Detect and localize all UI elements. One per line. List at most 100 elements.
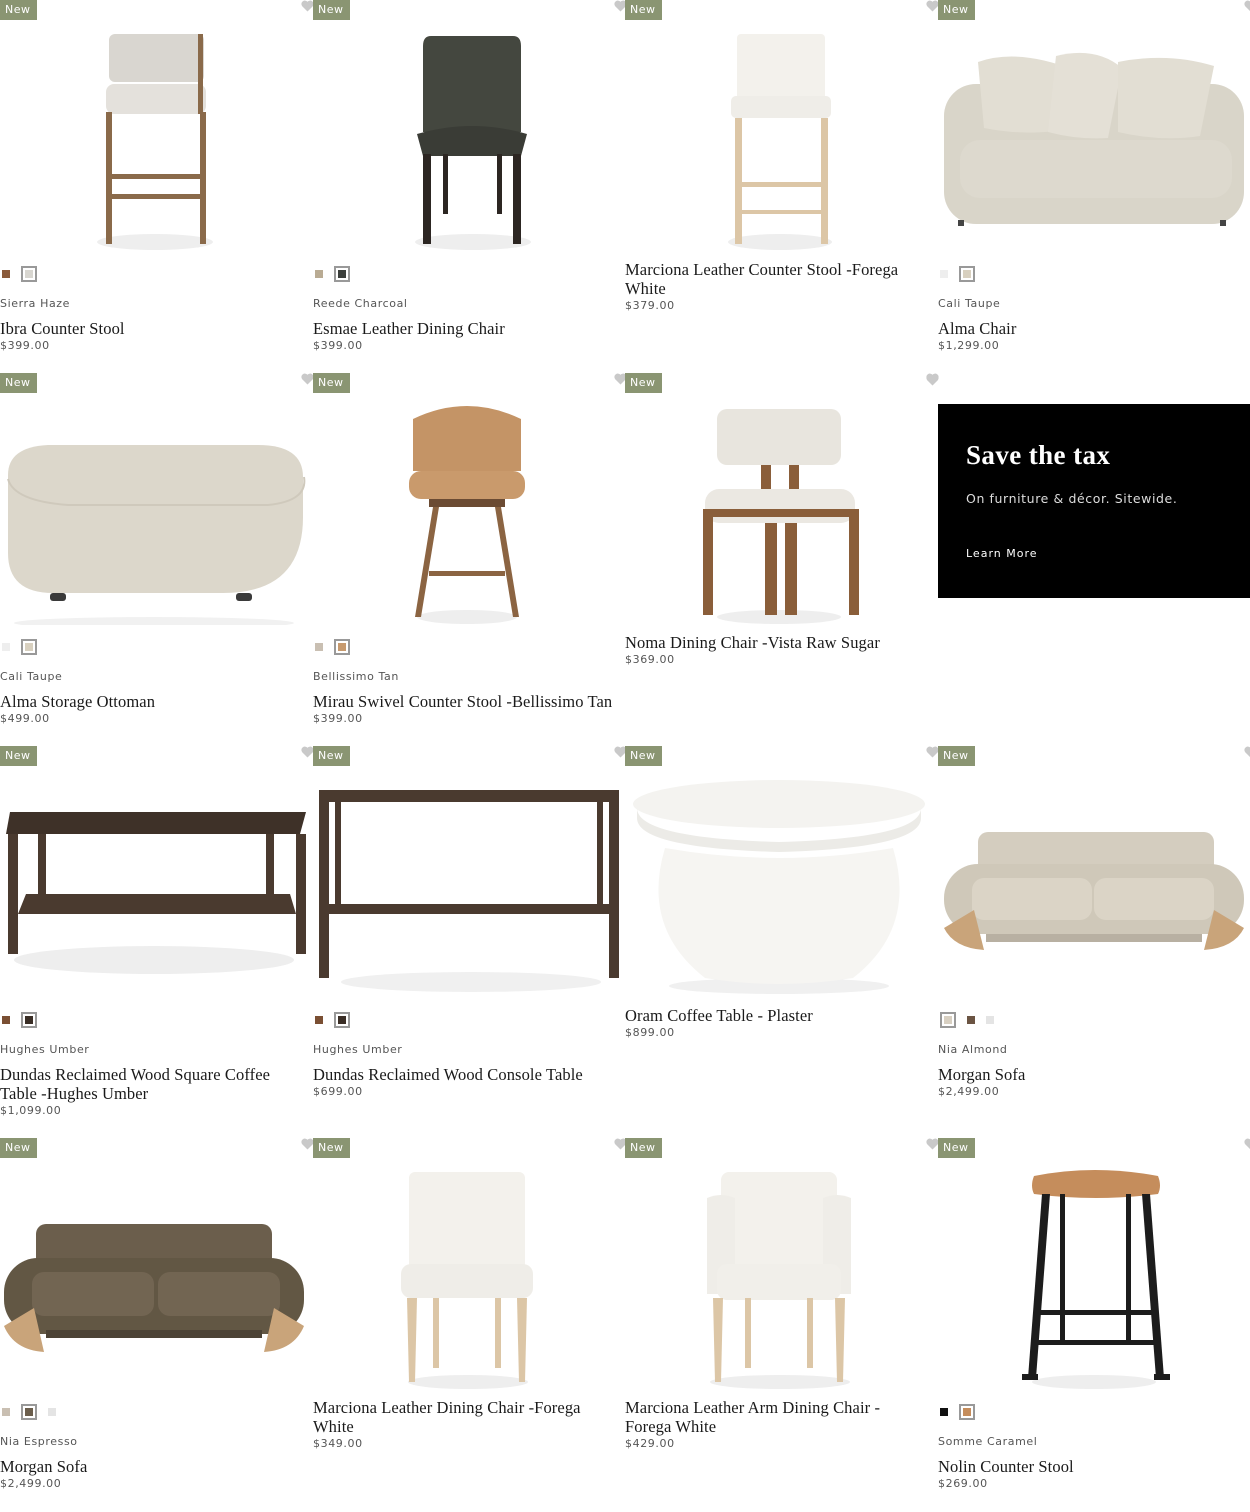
product-price: $2,499.00: [0, 1477, 62, 1490]
variant-name: Reede Charcoal: [313, 297, 408, 310]
wishlist-heart-icon[interactable]: [1244, 1138, 1250, 1150]
new-badge: New: [313, 1138, 350, 1158]
product-title[interactable]: Nolin Counter Stool: [938, 1457, 1238, 1476]
product-image[interactable]: [313, 768, 621, 998]
product-title[interactable]: Marciona Leather Counter Stool -Forega W…: [625, 260, 925, 298]
color-swatch[interactable]: [2, 270, 10, 278]
product-image[interactable]: [625, 1160, 933, 1390]
product-image[interactable]: [0, 768, 308, 998]
color-swatch[interactable]: [334, 1012, 350, 1028]
product-title[interactable]: Esmae Leather Dining Chair: [313, 319, 613, 338]
variant-name: Hughes Umber: [313, 1043, 403, 1056]
color-swatch[interactable]: [986, 1016, 994, 1024]
color-swatch[interactable]: [940, 270, 948, 278]
wishlist-heart-icon[interactable]: [1244, 746, 1250, 758]
product-title[interactable]: Oram Coffee Table - Plaster: [625, 1006, 925, 1025]
product-image[interactable]: [0, 395, 308, 625]
product-title[interactable]: Mirau Swivel Counter Stool -Bellissimo T…: [313, 692, 613, 711]
color-swatch[interactable]: [334, 639, 350, 655]
product-title[interactable]: Dundas Reclaimed Wood Square Coffee Tabl…: [0, 1065, 300, 1103]
color-swatch[interactable]: [315, 1016, 323, 1024]
color-swatches: [2, 639, 37, 655]
color-swatch[interactable]: [2, 1016, 10, 1024]
product-price: $399.00: [0, 339, 50, 352]
color-swatch[interactable]: [315, 270, 323, 278]
color-swatches: [940, 266, 975, 282]
product-title[interactable]: Alma Storage Ottoman: [0, 692, 300, 711]
color-swatch[interactable]: [334, 266, 350, 282]
color-swatches: [2, 266, 37, 282]
product-price: $1,299.00: [938, 339, 1000, 352]
variant-name: Nia Espresso: [0, 1435, 78, 1448]
color-swatch[interactable]: [21, 266, 37, 282]
color-swatch[interactable]: [21, 1404, 37, 1420]
color-swatch[interactable]: [959, 266, 975, 282]
new-badge: New: [313, 746, 350, 766]
product-title[interactable]: Morgan Sofa: [0, 1457, 300, 1476]
product-image[interactable]: [0, 22, 308, 252]
color-swatch[interactable]: [2, 1408, 10, 1416]
product-image[interactable]: [625, 768, 933, 998]
color-swatch[interactable]: [21, 639, 37, 655]
product-title[interactable]: Alma Chair: [938, 319, 1238, 338]
color-swatch[interactable]: [959, 1404, 975, 1420]
product-price: $429.00: [625, 1437, 675, 1450]
new-badge: New: [938, 746, 975, 766]
product-title[interactable]: Ibra Counter Stool: [0, 319, 300, 338]
variant-name: Bellissimo Tan: [313, 670, 399, 683]
wishlist-heart-icon[interactable]: [1244, 0, 1250, 12]
product-image[interactable]: [625, 395, 933, 625]
product-image[interactable]: [938, 1160, 1246, 1390]
color-swatch[interactable]: [315, 643, 323, 651]
product-title[interactable]: Marciona Leather Dining Chair -Forega Wh…: [313, 1398, 613, 1436]
product-image[interactable]: [938, 22, 1246, 252]
new-badge: New: [625, 0, 662, 20]
product-image[interactable]: [313, 395, 621, 625]
product-image[interactable]: [938, 768, 1246, 998]
new-badge: New: [0, 1138, 37, 1158]
product-price: $1,099.00: [0, 1104, 62, 1117]
product-price: $499.00: [0, 712, 50, 725]
color-swatch[interactable]: [967, 1016, 975, 1024]
product-image[interactable]: [313, 22, 621, 252]
new-badge: New: [0, 373, 37, 393]
color-swatches: [2, 1012, 37, 1028]
color-swatch[interactable]: [21, 1012, 37, 1028]
new-badge: New: [313, 0, 350, 20]
product-title[interactable]: Noma Dining Chair -Vista Raw Sugar: [625, 633, 925, 652]
color-swatches: [315, 1012, 350, 1028]
product-title[interactable]: Marciona Leather Arm Dining Chair -Foreg…: [625, 1398, 925, 1436]
product-image[interactable]: [313, 1160, 621, 1390]
wishlist-heart-icon[interactable]: [926, 374, 939, 386]
variant-name: Nia Almond: [938, 1043, 1008, 1056]
new-badge: New: [938, 0, 975, 20]
color-swatches: [940, 1012, 994, 1028]
variant-name: Sierra Haze: [0, 297, 71, 310]
color-swatch[interactable]: [940, 1012, 956, 1028]
color-swatch[interactable]: [940, 1408, 948, 1416]
color-swatches: [315, 266, 350, 282]
new-badge: New: [625, 746, 662, 766]
product-image[interactable]: [625, 22, 933, 252]
new-badge: New: [0, 746, 37, 766]
new-badge: New: [313, 373, 350, 393]
product-price: $399.00: [313, 339, 363, 352]
product-price: $379.00: [625, 299, 675, 312]
new-badge: New: [938, 1138, 975, 1158]
product-price: $2,499.00: [938, 1085, 1000, 1098]
variant-name: Somme Caramel: [938, 1435, 1038, 1448]
learn-more-link[interactable]: Learn More: [966, 547, 1038, 560]
product-title[interactable]: Morgan Sofa: [938, 1065, 1238, 1084]
new-badge: New: [625, 373, 662, 393]
product-price: $369.00: [625, 653, 675, 666]
color-swatch[interactable]: [48, 1408, 56, 1416]
new-badge: New: [625, 1138, 662, 1158]
product-image[interactable]: [0, 1160, 308, 1390]
color-swatch[interactable]: [2, 643, 10, 651]
color-swatches: [315, 639, 350, 655]
variant-name: Cali Taupe: [938, 297, 1001, 310]
promo-banner[interactable]: Save the tax On furniture & décor. Sitew…: [938, 404, 1250, 598]
product-price: $349.00: [313, 1437, 363, 1450]
product-title[interactable]: Dundas Reclaimed Wood Console Table: [313, 1065, 613, 1084]
new-badge: New: [0, 0, 37, 20]
